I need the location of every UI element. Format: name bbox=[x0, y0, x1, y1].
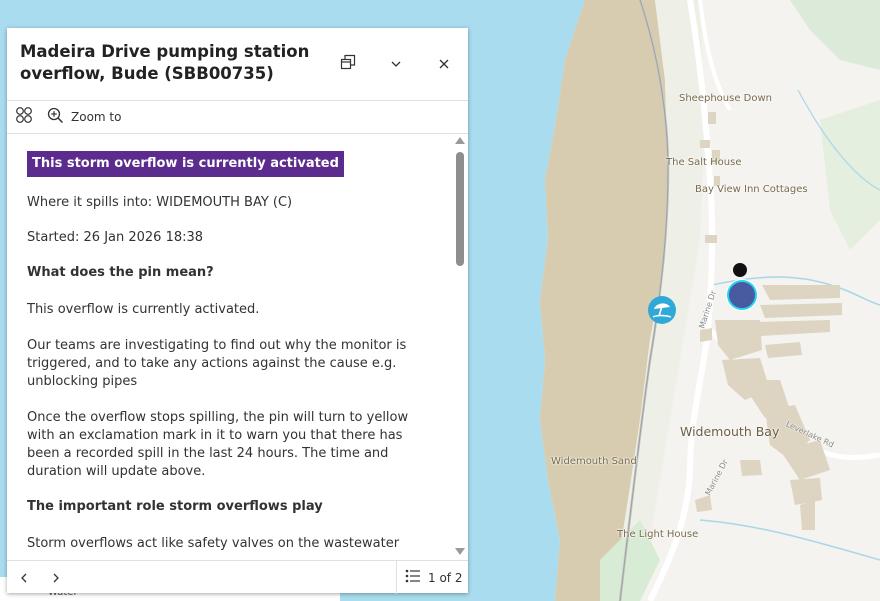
pin-meaning-p3: Once the overflow stops spilling, the pi… bbox=[27, 410, 409, 479]
popup-title: Madeira Drive pumping station overflow, … bbox=[20, 42, 310, 83]
zoom-to-label: Zoom to bbox=[71, 110, 122, 124]
popup-toolbar: Zoom to bbox=[7, 101, 468, 134]
pin-meaning-p1: This overflow is currently activated. bbox=[27, 302, 260, 317]
close-icon bbox=[438, 55, 450, 74]
chevron-right-icon bbox=[51, 569, 61, 588]
dock-button[interactable] bbox=[336, 52, 360, 76]
feature-popup: Madeira Drive pumping station overflow, … bbox=[7, 28, 468, 594]
beach-umbrella-icon[interactable] bbox=[647, 295, 677, 325]
place-label-the-light-house: The Light House bbox=[617, 529, 699, 540]
place-label-the-salt-house: The Salt House bbox=[666, 157, 742, 168]
zoom-to-button[interactable]: Zoom to bbox=[47, 107, 121, 127]
chevron-down-icon bbox=[390, 55, 402, 74]
scroll-up-arrow[interactable] bbox=[455, 137, 465, 144]
chevron-left-icon bbox=[19, 569, 29, 588]
close-button[interactable] bbox=[432, 52, 456, 76]
content-scrollbar[interactable] bbox=[453, 134, 468, 559]
popup-header: Madeira Drive pumping station overflow, … bbox=[7, 28, 468, 101]
select-features-button[interactable] bbox=[15, 107, 33, 127]
status-badge: This storm overflow is currently activat… bbox=[27, 151, 344, 177]
select-features-icon bbox=[15, 106, 33, 128]
feature-list-icon bbox=[405, 568, 421, 588]
spills-into-text: Where it spills into: WIDEMOUTH BAY (C) bbox=[27, 195, 293, 210]
zoom-in-icon bbox=[47, 107, 64, 128]
place-label-widemouth-bay: Widemouth Bay bbox=[680, 424, 780, 439]
pin-meaning-heading: What does the pin mean? bbox=[27, 265, 214, 280]
place-label-widemouth-sand: Widemouth Sand bbox=[551, 456, 637, 467]
popup-content[interactable]: This storm overflow is currently activat… bbox=[7, 134, 468, 559]
pager-count: 1 of 2 bbox=[428, 570, 463, 585]
dock-icon bbox=[340, 54, 356, 74]
overflow-location-dot[interactable] bbox=[733, 263, 747, 277]
place-label-sheephouse-down: Sheephouse Down bbox=[679, 93, 773, 104]
overflow-marker-selected[interactable] bbox=[727, 280, 757, 310]
role-heading: The important role storm overflows play bbox=[27, 499, 323, 514]
scroll-down-arrow[interactable] bbox=[455, 548, 465, 555]
scroll-thumb[interactable] bbox=[456, 152, 464, 266]
feature-list-button[interactable]: 1 of 2 bbox=[396, 561, 469, 594]
popup-footer: 1 of 2 bbox=[7, 560, 468, 594]
previous-feature-button[interactable] bbox=[15, 569, 33, 587]
started-text: Started: 26 Jan 2026 18:38 bbox=[27, 230, 204, 245]
next-feature-button[interactable] bbox=[47, 569, 65, 587]
role-p1: Storm overflows act like safety valves o… bbox=[27, 536, 400, 551]
place-label-bay-view-inn: Bay View Inn Cottages bbox=[695, 184, 808, 195]
collapse-button[interactable] bbox=[384, 52, 408, 76]
pin-meaning-p2: Our teams are investigating to find out … bbox=[27, 338, 407, 389]
